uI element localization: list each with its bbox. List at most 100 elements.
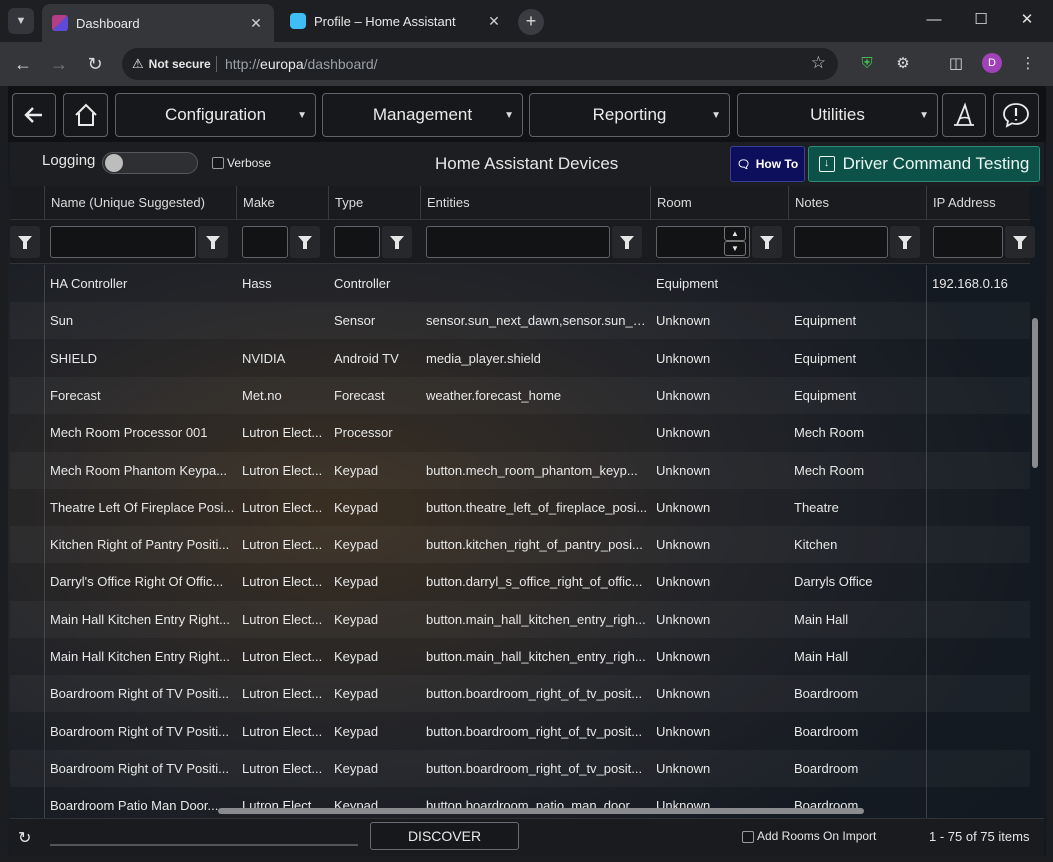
cell-type[interactable]: Processor bbox=[328, 414, 420, 451]
cell-room[interactable]: Unknown bbox=[650, 601, 788, 638]
cell-room[interactable]: Unknown bbox=[650, 563, 788, 600]
browser-tab-profile[interactable]: Profile – Home Assistant ✕ bbox=[280, 6, 512, 36]
cell-make[interactable]: Hass bbox=[236, 265, 328, 302]
cell-name[interactable]: Boardroom Right of TV Positi... bbox=[44, 675, 236, 712]
close-tab-icon[interactable]: ✕ bbox=[486, 13, 502, 30]
cell-make[interactable]: Lutron Elect... bbox=[236, 638, 328, 675]
cell-notes[interactable]: Darryls Office bbox=[788, 563, 926, 600]
cell-name[interactable]: Sun bbox=[44, 302, 236, 339]
entities-filter-input[interactable] bbox=[426, 226, 610, 258]
cell-type[interactable]: Forecast bbox=[328, 377, 420, 414]
cell-make[interactable]: NVIDIA bbox=[236, 340, 328, 377]
cell-name[interactable]: Mech Room Processor 001 bbox=[44, 414, 236, 451]
table-row[interactable]: Mech Room Phantom Keypa... Lutron Elect..… bbox=[10, 452, 1030, 489]
cell-make[interactable]: Met.no bbox=[236, 377, 328, 414]
home-button[interactable] bbox=[63, 93, 108, 137]
table-row[interactable]: Boardroom Right of TV Positi... Lutron El… bbox=[10, 750, 1030, 787]
wizard-button[interactable] bbox=[942, 93, 986, 137]
cell-entities[interactable]: button.main_hall_kitchen_entry_righ... bbox=[420, 601, 650, 638]
browser-menu-kebab-icon[interactable]: ⋮ bbox=[1017, 53, 1039, 75]
cell-room[interactable]: Unknown bbox=[650, 302, 788, 339]
cell-make[interactable]: Lutron Elect... bbox=[236, 675, 328, 712]
side-panel-icon[interactable]: ◫ bbox=[945, 53, 967, 75]
url-text[interactable]: http://europa/dashboard/ bbox=[225, 56, 378, 72]
cell-ip-address[interactable] bbox=[926, 489, 1030, 526]
cell-ip-address[interactable] bbox=[926, 750, 1030, 787]
filter-funnel-icon[interactable] bbox=[1005, 226, 1035, 258]
cell-make[interactable]: Lutron Elect... bbox=[236, 414, 328, 451]
cell-name[interactable]: Main Hall Kitchen Entry Right... bbox=[44, 638, 236, 675]
cell-room[interactable]: Unknown bbox=[650, 526, 788, 563]
cell-type[interactable]: Keypad bbox=[328, 713, 420, 750]
cell-entities[interactable]: media_player.shield bbox=[420, 340, 650, 377]
cell-name[interactable]: Theatre Left Of Fireplace Posi... bbox=[44, 489, 236, 526]
cell-notes[interactable]: Equipment bbox=[788, 340, 926, 377]
filter-funnel-icon[interactable] bbox=[198, 226, 228, 258]
cell-type[interactable]: Android TV bbox=[328, 340, 420, 377]
profile-avatar[interactable]: D bbox=[982, 53, 1002, 73]
cell-notes[interactable]: Theatre bbox=[788, 489, 926, 526]
cell-ip-address[interactable] bbox=[926, 414, 1030, 451]
cell-entities[interactable] bbox=[420, 265, 650, 302]
logging-toggle[interactable] bbox=[102, 152, 198, 174]
cell-name[interactable]: Kitchen Right of Pantry Positi... bbox=[44, 526, 236, 563]
filter-funnel-icon[interactable] bbox=[10, 226, 40, 258]
table-row[interactable]: HA Controller Hass Controller Equipment 192.… bbox=[10, 265, 1030, 302]
room-filter-spinner[interactable]: ▲ ▼ bbox=[724, 226, 746, 258]
close-tab-icon[interactable]: ✕ bbox=[248, 15, 264, 32]
window-close-icon[interactable]: ✕ bbox=[1004, 0, 1050, 40]
cell-notes[interactable]: Mech Room bbox=[788, 452, 926, 489]
cell-entities[interactable]: weather.forecast_home bbox=[420, 377, 650, 414]
table-row[interactable]: Main Hall Kitchen Entry Right... Lutron E… bbox=[10, 601, 1030, 638]
vertical-scrollbar-thumb[interactable] bbox=[1032, 318, 1038, 468]
cell-entities[interactable]: button.main_hall_kitchen_entry_righ... bbox=[420, 638, 650, 675]
refresh-icon[interactable]: ↻ bbox=[18, 828, 31, 848]
utilities-menu[interactable]: Utilities ▼ bbox=[737, 93, 938, 137]
cell-room[interactable]: Unknown bbox=[650, 713, 788, 750]
cell-ip-address[interactable] bbox=[926, 340, 1030, 377]
table-row[interactable]: Boardroom Right of TV Positi... Lutron El… bbox=[10, 675, 1030, 712]
cell-name[interactable]: Boardroom Right of TV Positi... bbox=[44, 713, 236, 750]
cell-type[interactable]: Keypad bbox=[328, 563, 420, 600]
cell-name[interactable]: Boardroom Right of TV Positi... bbox=[44, 750, 236, 787]
reporting-menu[interactable]: Reporting ▼ bbox=[529, 93, 730, 137]
table-row[interactable]: Darryl's Office Right Of Offic... Lutron … bbox=[10, 563, 1030, 600]
cell-ip-address[interactable] bbox=[926, 713, 1030, 750]
table-row[interactable]: Main Hall Kitchen Entry Right... Lutron E… bbox=[10, 638, 1030, 675]
cell-make[interactable] bbox=[236, 302, 328, 339]
cell-room[interactable]: Unknown bbox=[650, 675, 788, 712]
management-menu[interactable]: Management ▼ bbox=[322, 93, 523, 137]
cell-ip-address[interactable] bbox=[926, 563, 1030, 600]
extensions-puzzle-icon[interactable]: ⚙ bbox=[892, 53, 914, 75]
cell-notes[interactable]: Kitchen bbox=[788, 526, 926, 563]
filter-funnel-icon[interactable] bbox=[890, 226, 920, 258]
browser-tab-dashboard[interactable]: Dashboard ✕ bbox=[42, 4, 274, 42]
maximize-icon[interactable]: ☐ bbox=[958, 0, 1004, 40]
verbose-checkbox[interactable] bbox=[212, 157, 224, 169]
table-row[interactable]: Theatre Left Of Fireplace Posi... Lutron … bbox=[10, 489, 1030, 526]
notes-filter-input[interactable] bbox=[794, 226, 888, 258]
forward-arrow-icon[interactable]: → bbox=[47, 52, 71, 76]
cell-name[interactable]: SHIELD bbox=[44, 340, 236, 377]
cell-notes[interactable] bbox=[788, 265, 926, 302]
cell-type[interactable]: Keypad bbox=[328, 489, 420, 526]
back-button[interactable] bbox=[12, 93, 56, 137]
cell-type[interactable]: Keypad bbox=[328, 526, 420, 563]
spin-up-icon[interactable]: ▲ bbox=[724, 226, 746, 241]
spin-down-icon[interactable]: ▼ bbox=[724, 241, 746, 256]
cell-ip-address[interactable]: 192.168.0.16 bbox=[926, 265, 1030, 302]
cell-ip-address[interactable] bbox=[926, 452, 1030, 489]
ip-filter-input[interactable] bbox=[933, 226, 1003, 258]
cell-entities[interactable]: button.darryl_s_office_right_of_offic... bbox=[420, 563, 650, 600]
filter-funnel-icon[interactable] bbox=[752, 226, 782, 258]
table-row[interactable]: Mech Room Processor 001 Lutron Elect... Pr… bbox=[10, 414, 1030, 451]
cell-type[interactable]: Keypad bbox=[328, 675, 420, 712]
cell-ip-address[interactable] bbox=[926, 638, 1030, 675]
cell-room[interactable]: Unknown bbox=[650, 452, 788, 489]
configuration-menu[interactable]: Configuration ▼ bbox=[115, 93, 316, 137]
security-indicator[interactable]: ⚠ Not secure bbox=[132, 54, 211, 74]
cell-make[interactable]: Lutron Elect... bbox=[236, 563, 328, 600]
column-header-name[interactable]: Name (Unique Suggested) bbox=[44, 186, 236, 220]
cell-ip-address[interactable] bbox=[926, 787, 1030, 818]
cell-ip-address[interactable] bbox=[926, 675, 1030, 712]
